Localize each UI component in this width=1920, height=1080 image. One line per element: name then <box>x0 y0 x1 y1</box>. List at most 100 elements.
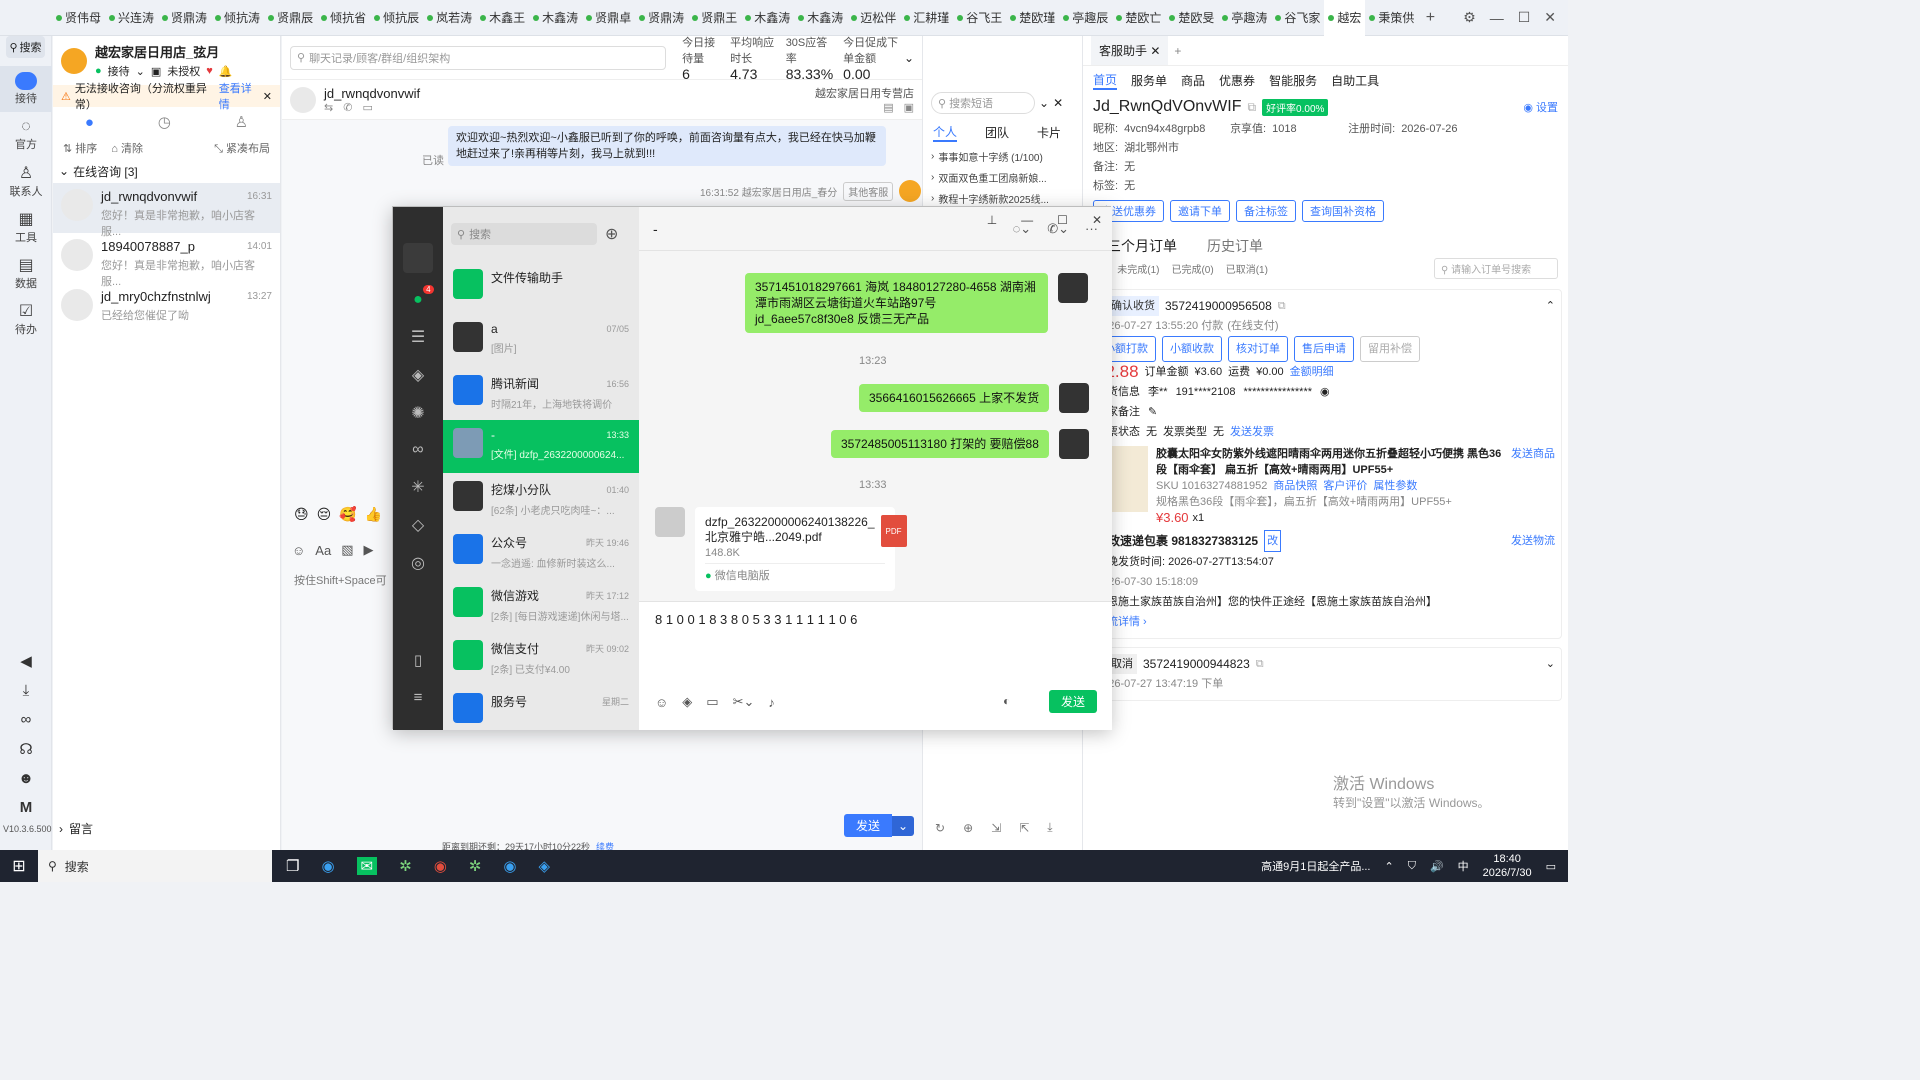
assistant-nav-item[interactable]: 自助工具 <box>1331 72 1379 89</box>
phone-icon[interactable]: ▯ <box>414 651 422 669</box>
browser-tab[interactable]: 越宏 <box>1324 0 1366 36</box>
note-icon[interactable]: ▭ <box>362 101 372 114</box>
minimize-icon[interactable]: — <box>1021 213 1033 227</box>
browser-tab[interactable]: 木鑫涛 <box>529 0 582 36</box>
browser-tab[interactable]: 楚欧亡 <box>1112 0 1165 36</box>
app-icon[interactable]: ◉ <box>503 857 516 875</box>
assistant-nav-item[interactable]: 首页 <box>1093 71 1118 90</box>
add-icon[interactable]: ⊕ <box>963 821 973 835</box>
browser-tab[interactable]: 倾抗省 <box>317 0 370 36</box>
close-icon[interactable]: ✕ <box>1544 9 1556 26</box>
browser-tab[interactable]: 倾抗辰 <box>370 0 423 36</box>
headset-icon[interactable]: ☊ <box>19 740 32 758</box>
file-card[interactable]: dzfp_26322000006240138226_北京雅宁皓...2049.p… <box>695 507 907 591</box>
phrase-tab[interactable]: 个人 <box>933 123 958 142</box>
chevron-down-icon[interactable]: ⌄ <box>904 51 914 65</box>
order-search-box[interactable]: ⚲ 请输入订单号搜索 <box>1434 258 1558 279</box>
taskbar-search[interactable]: ⚲ 搜索 <box>38 850 272 882</box>
renew-link[interactable]: 续费 <box>596 842 614 850</box>
chevron-down-icon[interactable]: ⌄ <box>1546 654 1555 674</box>
emoji-icon[interactable]: 🥰 <box>339 506 356 523</box>
customer-avatar[interactable] <box>290 86 316 113</box>
assistant-nav-item[interactable]: 优惠券 <box>1219 72 1255 89</box>
wechat-send-button[interactable]: 发送 <box>1049 690 1098 713</box>
wechat-chat-item[interactable]: a 07/05 [图片] <box>443 314 639 367</box>
browser-tab[interactable]: 兴连涛 <box>105 0 158 36</box>
link-icon[interactable]: ∞ <box>21 711 32 728</box>
phrase-group[interactable]: › 事事如意十字绣 (1/100) <box>923 146 1082 167</box>
notification-icon[interactable]: ▭ <box>1546 860 1556 873</box>
edit-icon[interactable]: ✎ <box>1148 402 1157 422</box>
close-icon[interactable]: ✕ <box>1092 213 1102 227</box>
task-view-icon[interactable]: ❐ <box>286 857 299 875</box>
wechat-chat-item[interactable]: 服务号 星期二 <box>443 685 639 738</box>
bell-icon[interactable]: 🔔 <box>219 65 233 78</box>
conversation-item[interactable]: jd_mry0chzfnstnlwj 13:27 已经给您催促了呦 <box>53 283 280 333</box>
app-icon[interactable]: ◈ <box>538 857 550 875</box>
wechat-chat-item[interactable]: 文件传输助手 <box>443 261 639 314</box>
download-icon[interactable]: ⤓ <box>1047 820 1052 835</box>
message-input[interactable]: 8 1 0 0 1 8 3 8 0 5 3 3 1 1 1 1 1 0 6 ☺ ◈… <box>639 601 1112 730</box>
rail-item-official[interactable]: ◌ 官方 <box>0 112 52 158</box>
speaker-icon[interactable]: 🔊 <box>1430 860 1444 873</box>
send-options-icon[interactable]: ⌄ <box>892 815 915 836</box>
send-button[interactable]: 发送 <box>844 814 893 837</box>
message-bubble[interactable]: 3566416015626665 上家不发货 <box>859 384 1050 412</box>
maximize-icon[interactable]: ☐ <box>1057 213 1068 227</box>
phone-icon[interactable]: ✆ <box>343 101 352 114</box>
wechat-chat-item[interactable]: 微信支付 昨天 09:02 [2条] 已支付¥4.00 <box>443 632 639 685</box>
reception-status[interactable]: 接待 <box>108 63 130 79</box>
browser-tab[interactable]: 谷飞家 <box>1271 0 1324 36</box>
wechat-chat-item[interactable]: - 13:33 [文件] dzfp_2632200000624... <box>443 420 639 473</box>
wechat-chat-item[interactable]: 微信游戏 昨天 17:12 [2条] [每日游戏速递]休闲与塔... <box>443 579 639 632</box>
export-icon[interactable]: ⇱ <box>1019 821 1029 835</box>
assistant-nav-item[interactable]: 智能服务 <box>1269 72 1317 89</box>
chat-bubble-icon[interactable]: ● <box>85 114 94 131</box>
conversation-item[interactable]: 18940078887_p 14:01 您好！真是非常抱歉，咱小店客服... <box>53 233 280 288</box>
review-link[interactable]: 客户评价 <box>1323 478 1367 494</box>
add-tab-icon[interactable]: + <box>1174 44 1181 58</box>
browser-tab[interactable]: 迈松伴 <box>847 0 900 36</box>
add-tab-icon[interactable]: + <box>1418 9 1442 27</box>
doc-icon[interactable]: ▤ <box>883 101 893 114</box>
order-action-button[interactable]: 小额收款 <box>1162 336 1222 362</box>
browser-tab[interactable]: 木鑫涛 <box>741 0 794 36</box>
moments-icon[interactable]: ✺ <box>411 403 424 423</box>
emoji-icon[interactable]: 😓 <box>294 506 309 523</box>
product-title[interactable]: 胶囊太阳伞女防紫外线遮阳晴雨伞两用迷你五折叠超轻小巧便携 黑色36段【雨伞套】 … <box>1156 446 1505 478</box>
phrase-tab[interactable]: 卡片 <box>1037 124 1061 141</box>
browser-tab[interactable]: 贤鼎王 <box>688 0 741 36</box>
conversation-item[interactable]: jd_rwnqdvonvwif 16:31 您好！真是非常抱歉，咱小店客服... <box>53 183 280 238</box>
image-icon[interactable]: ▧ <box>341 542 353 558</box>
copy-icon[interactable]: ⧉ <box>1278 296 1286 316</box>
send-invoice-link[interactable]: 发送发票 <box>1230 422 1274 442</box>
phrase-group[interactable]: › 双面双色重工团扇新娘... <box>923 167 1082 188</box>
megaphone-icon[interactable]: ◀ <box>20 652 32 670</box>
contacts-icon[interactable]: ☰ <box>411 327 425 347</box>
wechat-avatar[interactable] <box>403 243 433 273</box>
order-action-button[interactable]: 售后申请 <box>1294 336 1354 362</box>
mini-program-icon[interactable]: ◇ <box>412 515 424 535</box>
collapse-icon[interactable]: ⌄ <box>1039 96 1049 110</box>
browser-tab[interactable]: 倾抗涛 <box>211 0 264 36</box>
voice-call-icon[interactable]: ◐ <box>1003 694 1010 708</box>
emoji-icon[interactable]: ☺ <box>655 695 668 710</box>
rail-item-contacts[interactable]: ♙ 联系人 <box>0 158 52 204</box>
self-avatar[interactable] <box>1058 273 1088 303</box>
app-icon[interactable]: ◉ <box>434 857 447 875</box>
minimize-icon[interactable]: — <box>1490 10 1504 26</box>
attr-link[interactable]: 属性参数 <box>1373 478 1417 494</box>
order-filter[interactable]: 未完成(1) <box>1117 261 1159 276</box>
ime-indicator[interactable]: 中 <box>1458 858 1469 874</box>
auth-status[interactable]: 未授权 <box>167 63 200 79</box>
folder-icon[interactable]: ▭ <box>706 694 718 710</box>
app-icon[interactable]: ✲ <box>469 857 482 875</box>
self-avatar[interactable] <box>1058 429 1089 459</box>
online-group-header[interactable]: ⌄ 在线咨询 [3] <box>53 159 280 183</box>
layout-button[interactable]: ⤡ 紧凑布局 <box>214 140 270 156</box>
discover-icon[interactable]: ✳ <box>411 477 424 497</box>
heart-icon[interactable]: ♥ <box>206 65 213 77</box>
wechat-chat-item[interactable]: 公众号 昨天 19:46 一念逍遥: 血修新时装这么... <box>443 526 639 579</box>
browser-tab[interactable]: 亭趣辰 <box>1059 0 1112 36</box>
clock-icon[interactable]: ◷ <box>158 113 171 131</box>
